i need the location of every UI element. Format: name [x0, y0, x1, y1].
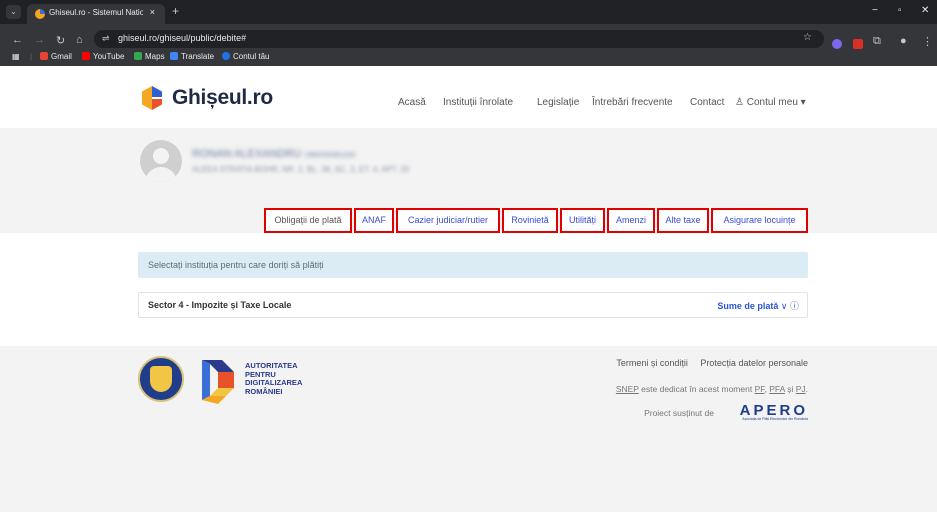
browser-menu-icon[interactable]: ⋮: [922, 35, 933, 48]
tab-vignette[interactable]: Rovinietă: [502, 208, 558, 233]
home-icon[interactable]: ⌂: [76, 34, 83, 46]
user-address: ALEEA STRATIA BOHR, NR. 2, BL. 38, SC. 3…: [192, 165, 410, 174]
tab-anaf[interactable]: ANAF: [354, 208, 394, 233]
institution-name: Sector 4 - Impozite și Taxe Locale: [148, 300, 292, 310]
address-bar[interactable]: ⇌ ghiseul.ro/ghiseul/public/debite# ☆: [94, 30, 824, 48]
new-tab-button[interactable]: +: [172, 4, 179, 18]
pf-link[interactable]: PF: [755, 384, 765, 394]
institution-card[interactable]: Sector 4 - Impozite și Taxe Locale Sume …: [138, 292, 808, 318]
forward-arrow-icon[interactable]: →: [34, 34, 45, 46]
extension-icon[interactable]: [832, 39, 842, 49]
tab-close-icon[interactable]: ×: [150, 7, 155, 17]
apero-subtitle: Asociația de Plăți Electronice din Român…: [742, 417, 808, 421]
profile-icon[interactable]: ●: [900, 35, 907, 47]
url-text[interactable]: ghiseul.ro/ghiseul/public/debite#: [118, 33, 246, 43]
nav-home[interactable]: Acasă: [398, 97, 426, 108]
apero-logo[interactable]: APERO Asociația de Plăți Electronice din…: [720, 402, 808, 422]
bookmark-youtube[interactable]: YouTube: [82, 52, 124, 61]
back-arrow-icon[interactable]: ←: [12, 34, 23, 46]
terms-link[interactable]: Termeni și condiții: [616, 358, 688, 368]
amounts-link[interactable]: Sume de plată ∨ ⓘ: [717, 299, 799, 312]
chevron-down-icon: ▾: [797, 97, 806, 108]
tab-criminal-record[interactable]: Cazier judiciar/rutier: [396, 208, 500, 233]
pfa-link[interactable]: PFA: [769, 384, 785, 394]
profile-band: RONAN ALEXANDRU 1960330461234 ALEEA STRA…: [0, 128, 937, 233]
tab-title: Ghiseul.ro - Sistemul National E: [49, 8, 143, 17]
bookmarks-divider: |: [30, 52, 33, 61]
ghiseul-favicon-icon: [35, 9, 45, 19]
site-logo-text[interactable]: Ghișeul.ro: [172, 86, 273, 110]
apero-support: Proiect susținut de APERO Asociația de P…: [608, 402, 808, 422]
translate-icon: [170, 52, 178, 60]
tab-home-insurance[interactable]: Asigurare locuințe: [711, 208, 808, 233]
tab-other-taxes[interactable]: Alte taxe: [657, 208, 709, 233]
bookmark-account[interactable]: Contul tău: [222, 52, 269, 61]
nav-account[interactable]: ♙ Contul meu ▾: [735, 97, 806, 108]
ghiseul-logo-icon[interactable]: [138, 84, 166, 112]
bookmarks-bar: ▦ | Gmail YouTube Maps Translate Contul …: [0, 50, 937, 66]
close-window-button[interactable]: ✕: [921, 5, 929, 16]
bookmark-gmail[interactable]: Gmail: [40, 52, 72, 61]
browser-tab[interactable]: Ghiseul.ro - Sistemul National E ×: [27, 4, 165, 24]
nav-contact[interactable]: Contact: [690, 97, 724, 108]
tab-utilities[interactable]: Utilități: [560, 208, 605, 233]
apps-grid-icon[interactable]: ▦: [12, 52, 20, 61]
snep-link[interactable]: SNEP: [616, 384, 639, 394]
snep-notice: SNEP este dedicat în acest moment PF, PF…: [615, 384, 808, 394]
tab-search-button[interactable]: ⌄: [6, 5, 21, 19]
pj-link[interactable]: PJ: [796, 384, 806, 394]
info-icon[interactable]: ⓘ: [787, 301, 799, 311]
nav-faq[interactable]: Întrebări frecvente: [592, 97, 673, 108]
browser-tab-bar: ⌄ Ghiseul.ro - Sistemul National E × + −…: [0, 0, 937, 24]
government-seal-icon: [138, 356, 184, 402]
account-icon: [222, 52, 230, 60]
site-footer: AUTORITATEA PENTRU DIGITALIZAREA ROMÂNIE…: [0, 346, 937, 512]
site-header: Ghișeul.ro Acasă Instituții înrolate Leg…: [0, 66, 937, 128]
gmail-icon: [40, 52, 48, 60]
maximize-button[interactable]: ▫: [898, 5, 902, 16]
user-icon: ♙: [735, 97, 747, 108]
extensions-puzzle-icon[interactable]: ⧉: [873, 35, 881, 48]
bookmark-star-icon[interactable]: ☆: [803, 32, 812, 43]
bookmark-maps[interactable]: Maps: [134, 52, 165, 61]
bookmark-translate[interactable]: Translate: [170, 52, 214, 61]
avatar: [140, 140, 182, 182]
privacy-link[interactable]: Protecția datelor personale: [700, 358, 808, 368]
supported-by-label: Proiect susținut de: [644, 408, 714, 418]
reload-icon[interactable]: ↻: [56, 34, 65, 47]
footer-links: Termeni și condiții Protecția datelor pe…: [606, 358, 808, 368]
maps-icon: [134, 52, 142, 60]
youtube-icon: [82, 52, 90, 60]
user-name: RONAN ALEXANDRU 1960330461234: [192, 148, 356, 160]
adr-logo-icon: [202, 360, 234, 404]
info-alert: Selectați instituția pentru care doriți …: [138, 252, 808, 278]
tab-fines[interactable]: Amenzi: [607, 208, 655, 233]
nav-legislation[interactable]: Legislație: [537, 97, 579, 108]
minimize-button[interactable]: −: [872, 5, 878, 16]
tab-obligations[interactable]: Obligații de plată: [264, 208, 352, 233]
site-info-icon[interactable]: ⇌: [102, 33, 110, 44]
extension-icon[interactable]: [853, 39, 863, 49]
adr-name: AUTORITATEA PENTRU DIGITALIZAREA ROMÂNIE…: [245, 361, 303, 396]
nav-institutions[interactable]: Instituții înrolate: [443, 97, 513, 108]
